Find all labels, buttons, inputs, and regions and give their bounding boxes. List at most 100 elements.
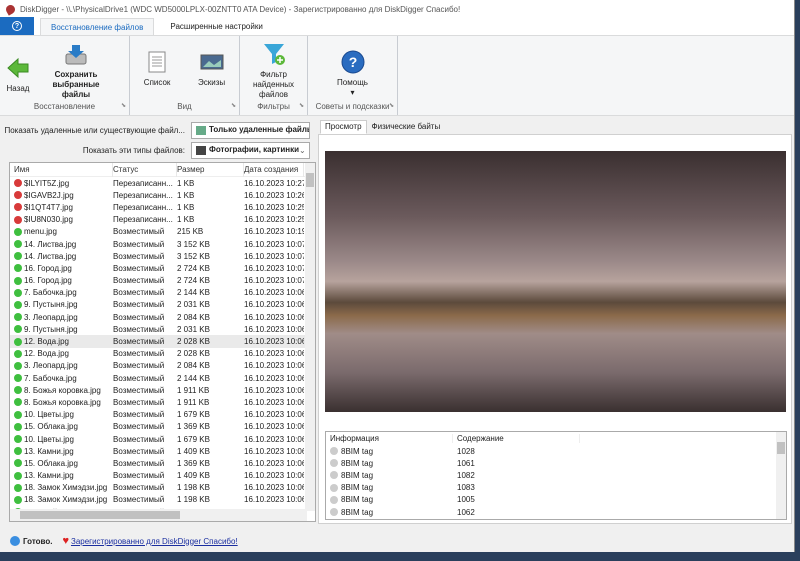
file-size: 215 KB bbox=[177, 227, 204, 237]
tab-physical-bytes[interactable]: Физические байты bbox=[367, 120, 446, 134]
filters-panel: Показать удаленные или существующие файл… bbox=[0, 120, 318, 160]
file-name: 3. Леопард.jpg bbox=[24, 361, 78, 371]
table-row[interactable]: 18. Замок Химэдзи.jpg Возместимый 1 198 KB… bbox=[10, 494, 315, 506]
file-name: 13. Камни.jpg bbox=[24, 446, 74, 456]
deleted-filter-select[interactable]: Только удаленные файлы⌄ bbox=[191, 121, 310, 139]
group-label-filters: Фильтры bbox=[240, 101, 307, 115]
table-row[interactable]: 3. Леопард.jpg Возместимый 2 084 KB 16.10.2… bbox=[10, 311, 315, 323]
info-row[interactable]: 8BIM tag 1028 bbox=[326, 445, 786, 457]
table-row[interactable]: 16. Город.jpg Возместимый 2 724 KB 16.10.20… bbox=[10, 262, 315, 274]
status-dot-icon bbox=[14, 471, 22, 480]
file-name: 8. Божья коровка.jpg bbox=[24, 397, 101, 407]
file-size: 1 911 KB bbox=[177, 397, 210, 407]
thumbnails-button[interactable]: Эскизы bbox=[192, 50, 231, 88]
back-button[interactable]: Назад bbox=[0, 42, 36, 94]
svg-text:?: ? bbox=[348, 54, 357, 70]
column-date[interactable]: Дата создания bbox=[244, 163, 304, 177]
file-status: Возместимый bbox=[113, 446, 165, 456]
table-row[interactable]: 8. Божья коровка.jpg Возместимый 1 911 KB 1… bbox=[10, 396, 315, 408]
table-row[interactable]: 10. Цветы.jpg Возместимый 1 679 KB 16.10.20… bbox=[10, 409, 315, 421]
table-row[interactable]: 14. Листва.jpg Возместимый 3 152 KB 16.10.2… bbox=[10, 238, 315, 250]
info-row[interactable]: 8BIM tag 1082 bbox=[326, 469, 786, 481]
type-filter-select[interactable]: Фотографии, картинки ⌄ bbox=[191, 141, 310, 159]
file-date: 16.10.2023 10:25:0 bbox=[244, 215, 304, 225]
status-dot-icon bbox=[14, 398, 22, 407]
file-status: Возместимый bbox=[113, 495, 165, 505]
table-row[interactable]: 9. Пустыня.jpg Возместимый 2 031 KB 16.10.2… bbox=[10, 323, 315, 335]
table-row[interactable]: 8. Божья коровка.jpg Возместимый 1 911 KB 1… bbox=[10, 384, 315, 396]
table-row[interactable]: 15. Облака.jpg Возместимый 1 369 KB 16.10.2… bbox=[10, 421, 315, 433]
table-row[interactable]: $ILYIT5Z.jpg Перезаписанн... 1 KB 16.10.202… bbox=[10, 177, 315, 189]
file-date: 16.10.2023 10:06:5 bbox=[244, 288, 304, 298]
column-name[interactable]: Имя bbox=[10, 163, 113, 177]
file-status: Перезаписанн... bbox=[113, 215, 173, 225]
file-date: 16.10.2023 10:06:3 bbox=[244, 422, 304, 432]
filter-found-files-button[interactable]: Фильтр найденных файлов bbox=[240, 42, 307, 100]
tab-preview[interactable]: Просмотр bbox=[320, 120, 367, 134]
table-row[interactable]: 13. Камни.jpg Возместимый 1 409 KB 16.10.20… bbox=[10, 445, 315, 457]
file-status: Возместимый bbox=[113, 458, 165, 468]
file-name: 3. Леопард.jpg bbox=[24, 312, 78, 322]
table-row[interactable]: $IGAVB2J.jpg Перезаписанн... 1 KB 16.10.202… bbox=[10, 189, 315, 201]
info-key: 8BIM tag bbox=[341, 470, 374, 480]
file-date: 16.10.2023 10:06:2 bbox=[244, 446, 304, 456]
table-row[interactable]: 18. Замок Химэдзи.jpg Возместимый 1 198 KB… bbox=[10, 482, 315, 494]
table-row[interactable]: 7. Бабочка.jpg Возместимый 2 144 KB 16.10.2… bbox=[10, 372, 315, 384]
table-row[interactable]: 14. Листва.jpg Возместимый 3 152 KB 16.10.2… bbox=[10, 250, 315, 262]
table-row[interactable]: $I1QT4T7.jpg Перезаписанн... 1 KB 16.10.202… bbox=[10, 201, 315, 213]
tab-file-recovery[interactable]: Восстановление файлов bbox=[40, 18, 155, 35]
save-selected-button[interactable]: Сохранить выбранные файлы bbox=[36, 42, 116, 100]
table-row[interactable]: 9. Пустыня.jpg Возместимый 2 031 KB 16.10.2… bbox=[10, 299, 315, 311]
help-menu-button[interactable]: ? bbox=[0, 17, 34, 35]
table-row[interactable]: 10. Цветы.jpg Возместимый 1 679 KB 16.10.20… bbox=[10, 433, 315, 445]
file-status: Перезаписанн... bbox=[113, 178, 173, 188]
file-size: 3 152 KB bbox=[177, 239, 210, 249]
info-dot-icon bbox=[330, 471, 338, 480]
file-size: 1 911 KB bbox=[177, 385, 210, 395]
help-button[interactable]: ? Помощь ▾ bbox=[331, 50, 374, 98]
file-status: Возместимый bbox=[113, 300, 165, 310]
file-name: 14. Листва.jpg bbox=[24, 239, 77, 249]
status-text: Готово. bbox=[23, 536, 53, 546]
info-row[interactable]: 8BIM tag 1062 bbox=[326, 506, 786, 518]
status-dot-icon bbox=[14, 240, 22, 249]
file-size: 1 679 KB bbox=[177, 410, 210, 420]
column-status[interactable]: Статус bbox=[113, 163, 177, 177]
info-row[interactable]: 8BIM tag 1083 bbox=[326, 482, 786, 494]
file-date: 16.10.2023 10:06:4 bbox=[244, 337, 304, 347]
info-row[interactable]: 8BIM tag 1061 bbox=[326, 457, 786, 469]
file-size: 2 084 KB bbox=[177, 312, 210, 322]
file-name: 13. Камни.jpg bbox=[24, 471, 74, 481]
file-date: 16.10.2023 10:06:3 bbox=[244, 410, 304, 420]
file-size: 1 KB bbox=[177, 190, 195, 200]
horizontal-scrollbar[interactable] bbox=[10, 509, 307, 521]
table-row[interactable]: 7. Бабочка.jpg Возместимый 2 144 KB 16.10.2… bbox=[10, 287, 315, 299]
vertical-scrollbar[interactable] bbox=[305, 163, 315, 511]
table-row[interactable]: menu.jpg Возместимый 215 KB 16.10.2023 10:1… bbox=[10, 226, 315, 238]
list-view-button[interactable]: Список bbox=[138, 50, 177, 88]
table-row[interactable]: 12. Вода.jpg Возместимый 2 028 KB 16.10.202… bbox=[10, 348, 315, 360]
registered-link[interactable]: Зарегистрированно для DiskDigger Спасибо… bbox=[71, 537, 238, 546]
file-date: 16.10.2023 10:06:2 bbox=[244, 458, 304, 468]
info-row[interactable]: 8BIM tag 1005 bbox=[326, 494, 786, 506]
table-row[interactable]: 13. Камни.jpg Возместимый 1 409 KB 16.10.20… bbox=[10, 470, 315, 482]
column-content[interactable]: Содержание bbox=[453, 434, 580, 443]
file-status: Возместимый bbox=[113, 361, 165, 371]
filter-funnel-icon bbox=[263, 44, 285, 65]
info-scrollbar[interactable] bbox=[776, 432, 786, 519]
column-size[interactable]: Размер bbox=[177, 163, 244, 177]
table-row[interactable]: 3. Леопард.jpg Возместимый 2 084 KB 16.10.2… bbox=[10, 360, 315, 372]
status-dot-icon bbox=[14, 252, 22, 261]
column-info[interactable]: Информация bbox=[326, 434, 453, 443]
file-name: 10. Цветы.jpg bbox=[24, 434, 74, 444]
table-row[interactable]: 12. Вода.jpg Возместимый 2 028 KB 16.10.202… bbox=[10, 335, 315, 348]
table-row[interactable]: $IU8N030.jpg Перезаписанн... 1 KB 16.10.202… bbox=[10, 214, 315, 226]
table-row[interactable]: 16. Город.jpg Возместимый 2 724 KB 16.10.20… bbox=[10, 275, 315, 287]
info-table: Информация Содержание 8BIM tag 1028 8BIM t… bbox=[325, 431, 787, 520]
tab-advanced-settings[interactable]: Расширенные настройки bbox=[160, 18, 272, 35]
status-dot-icon bbox=[14, 288, 22, 297]
table-row[interactable]: 15. Облака.jpg Возместимый 1 369 KB 16.10.2… bbox=[10, 457, 315, 469]
status-dot-icon bbox=[14, 495, 22, 504]
info-dot-icon bbox=[330, 495, 338, 504]
status-dot-icon bbox=[14, 410, 22, 419]
